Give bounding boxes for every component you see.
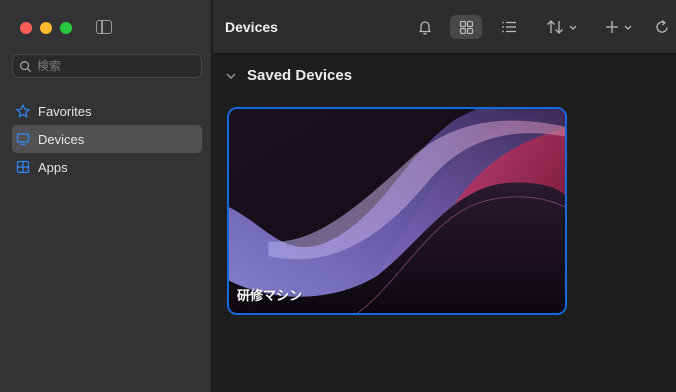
- add-menu-button[interactable]: [603, 15, 639, 39]
- sort-menu-button[interactable]: [543, 15, 583, 39]
- star-icon: [16, 104, 30, 118]
- main-content: Devices Saved Devices 研修マシン: [213, 0, 676, 392]
- sidebar-nav: Favorites Devices Apps: [12, 97, 202, 181]
- bell-icon: [419, 21, 431, 35]
- refresh-button[interactable]: [653, 15, 671, 39]
- minimize-window-button[interactable]: [40, 22, 52, 34]
- search-icon: [20, 60, 32, 72]
- notifications-button[interactable]: [416, 15, 434, 39]
- sidebar: Favorites Devices Apps: [0, 0, 212, 392]
- grid-icon: [16, 160, 30, 174]
- sidebar-item-label: Apps: [38, 159, 68, 175]
- sidebar-item-apps[interactable]: Apps: [12, 153, 202, 181]
- sidebar-toggle-icon[interactable]: [96, 20, 112, 34]
- page-title: Devices: [225, 19, 278, 35]
- section-title: Saved Devices: [247, 67, 353, 84]
- sort-icon: [547, 20, 577, 34]
- window-controls: [20, 22, 72, 34]
- list-view-button[interactable]: [498, 15, 520, 39]
- sidebar-item-label: Favorites: [38, 103, 92, 119]
- search-field[interactable]: [12, 54, 202, 78]
- refresh-icon: [656, 19, 668, 33]
- list-view-icon: [502, 21, 516, 33]
- saved-devices-header[interactable]: Saved Devices: [225, 67, 352, 84]
- monitor-icon: [16, 132, 30, 146]
- zoom-window-button[interactable]: [60, 22, 72, 34]
- sidebar-item-label: Devices: [38, 131, 85, 147]
- close-window-button[interactable]: [20, 22, 32, 34]
- sidebar-item-favorites[interactable]: Favorites: [12, 97, 202, 125]
- add-icon: [606, 21, 632, 33]
- grid-view-icon: [459, 20, 473, 34]
- grid-view-button[interactable]: [450, 15, 482, 39]
- sidebar-item-devices[interactable]: Devices: [12, 125, 202, 153]
- toolbar: Devices: [213, 0, 676, 54]
- search-input[interactable]: [37, 59, 187, 73]
- device-wallpaper: [229, 109, 565, 313]
- device-name: 研修マシン: [237, 289, 303, 304]
- device-card[interactable]: 研修マシン: [227, 107, 567, 315]
- chevron-down-icon: [226, 73, 236, 79]
